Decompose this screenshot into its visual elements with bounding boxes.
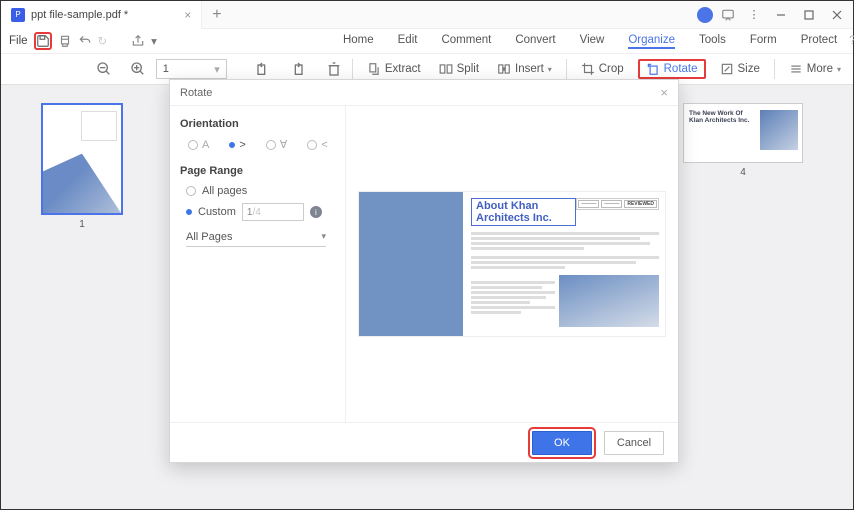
thumbnail-4[interactable]: The New Work Of Klan Architects Inc. 4 xyxy=(683,103,803,509)
more-icon xyxy=(789,62,803,76)
close-tab-icon[interactable]: × xyxy=(184,8,191,22)
dialog-close-icon[interactable]: × xyxy=(660,85,668,100)
insert-icon xyxy=(497,62,511,76)
info-icon[interactable]: i xyxy=(310,206,322,218)
print-icon[interactable] xyxy=(58,32,72,50)
minimize-button[interactable] xyxy=(769,3,793,27)
zoom-in-icon[interactable] xyxy=(130,61,146,77)
split-button[interactable]: Split xyxy=(435,60,483,78)
menu-protect[interactable]: Protect xyxy=(801,34,837,49)
menu-organize[interactable]: Organize xyxy=(628,34,675,49)
undo-icon[interactable] xyxy=(78,32,92,50)
crop-label: Crop xyxy=(599,63,624,75)
rotate-button[interactable]: Rotate xyxy=(638,59,706,79)
dialog-options: Orientation A > ∀ < Page Range All pages… xyxy=(170,106,346,422)
document-tab[interactable]: P ppt file-sample.pdf * × xyxy=(1,1,202,29)
dropdown-icon[interactable]: ▾ xyxy=(151,32,157,50)
thumb-page-1[interactable] xyxy=(41,103,123,215)
chevron-down-icon: ▾ xyxy=(321,231,326,242)
orient-down[interactable]: ∀ xyxy=(266,138,288,151)
insert-label: Insert xyxy=(515,63,544,75)
orient-left[interactable]: < xyxy=(307,139,327,151)
dialog-preview: About Khan Architects Inc. ——— ——— REVIE… xyxy=(346,106,678,422)
orient-up[interactable]: A xyxy=(188,139,209,151)
insert-button[interactable]: Insert ▾ xyxy=(493,60,556,78)
thumb-page-4[interactable]: The New Work Of Klan Architects Inc. xyxy=(683,103,803,163)
menu-home[interactable]: Home xyxy=(343,34,374,49)
main-menu: Home Edit Comment Convert View Organize … xyxy=(343,34,837,49)
menu-convert[interactable]: Convert xyxy=(515,34,555,49)
menu-form[interactable]: Form xyxy=(750,34,777,49)
menu-tools[interactable]: Tools xyxy=(699,34,726,49)
kebab-icon[interactable]: ⋮ xyxy=(743,4,765,26)
page-number-input[interactable]: 1▾ xyxy=(156,59,227,79)
rotate-label: Rotate xyxy=(664,63,698,75)
delete-icon[interactable] xyxy=(326,61,342,77)
chat-icon[interactable] xyxy=(717,4,739,26)
dialog-titlebar: Rotate × xyxy=(170,80,678,106)
custom-input[interactable]: 1/4 xyxy=(242,203,304,221)
redo-icon[interactable]: ↻ xyxy=(98,32,108,50)
page-range-label: Page Range xyxy=(180,165,335,177)
dialog-footer: OK Cancel xyxy=(170,422,678,462)
size-icon xyxy=(720,62,734,76)
save-icon[interactable] xyxy=(34,32,52,50)
orient-right[interactable]: > xyxy=(229,139,245,151)
orientation-options: A > ∀ < xyxy=(188,138,335,151)
file-menu[interactable]: File xyxy=(9,35,28,47)
pages-select[interactable]: All Pages ▾ xyxy=(186,227,326,247)
new-tab-button[interactable]: + xyxy=(202,6,231,24)
extract-label: Extract xyxy=(385,63,421,75)
rotate-dialog: Rotate × Orientation A > ∀ < Page Range … xyxy=(169,79,679,463)
size-button[interactable]: Size xyxy=(716,60,764,78)
extract-icon xyxy=(367,62,381,76)
orientation-label: Orientation xyxy=(180,118,335,130)
menu-view[interactable]: View xyxy=(580,34,605,49)
preview-title: About Khan Architects Inc. xyxy=(471,198,576,226)
thumb4-title: The New Work Of Klan Architects Inc. xyxy=(689,110,749,124)
zoom-out-icon[interactable] xyxy=(96,61,112,77)
thumbnail-1[interactable]: 1 xyxy=(41,103,123,509)
preview-page: About Khan Architects Inc. ——— ——— REVIE… xyxy=(358,191,666,337)
split-label: Split xyxy=(457,63,479,75)
more-button[interactable]: More ▾ xyxy=(785,60,845,78)
crop-icon xyxy=(581,62,595,76)
more-label: More xyxy=(807,63,833,75)
preview-tags: ——— ——— REVIEWED xyxy=(576,198,659,210)
cancel-button[interactable]: Cancel xyxy=(604,431,664,455)
share-icon[interactable] xyxy=(131,32,145,50)
maximize-button[interactable] xyxy=(797,3,821,27)
custom-option[interactable]: Custom 1/4 i xyxy=(186,203,335,221)
help-icon[interactable]: ? xyxy=(849,32,854,50)
tab-title: ppt file-sample.pdf * xyxy=(31,9,128,21)
crop-button[interactable]: Crop xyxy=(577,60,628,78)
split-icon xyxy=(439,62,453,76)
size-label: Size xyxy=(738,63,760,75)
ok-button[interactable]: OK xyxy=(532,431,592,455)
page-value: 1 xyxy=(163,63,169,75)
app-icon: P xyxy=(11,8,25,22)
extract-button[interactable]: Extract xyxy=(363,60,425,78)
all-pages-option[interactable]: All pages xyxy=(186,185,335,197)
thumb-label-1: 1 xyxy=(41,219,123,230)
rotate-left-icon[interactable] xyxy=(254,61,270,77)
menubar: File ↻ ▾ Home Edit Comment Convert View … xyxy=(1,29,853,53)
user-avatar-icon[interactable] xyxy=(697,7,713,23)
titlebar: P ppt file-sample.pdf * × + ⋮ xyxy=(1,1,853,29)
rotate-right-icon[interactable] xyxy=(290,61,306,77)
rotate-icon xyxy=(646,62,660,76)
close-window-button[interactable] xyxy=(825,3,849,27)
thumb-label-4: 4 xyxy=(683,167,803,178)
menu-edit[interactable]: Edit xyxy=(398,34,418,49)
menu-comment[interactable]: Comment xyxy=(441,34,491,49)
dialog-title: Rotate xyxy=(180,87,212,99)
